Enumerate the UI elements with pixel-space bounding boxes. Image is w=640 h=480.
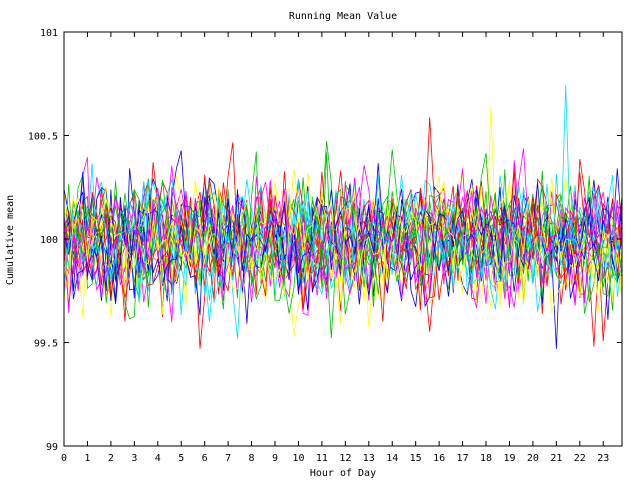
x-tick-label: 21 <box>550 453 562 464</box>
x-axis-label: Hour of Day <box>310 468 376 479</box>
x-tick-label: 8 <box>249 453 255 464</box>
chart: Running Mean Value Hour of Day Cumulativ… <box>5 11 623 479</box>
x-tick-label: 5 <box>178 453 184 464</box>
x-tick-label: 18 <box>480 453 492 464</box>
series-layer <box>63 85 623 349</box>
x-tick-label: 1 <box>84 453 90 464</box>
x-tick-label: 11 <box>316 453 328 464</box>
x-tick-label: 13 <box>363 453 375 464</box>
x-tick-label: 2 <box>108 453 114 464</box>
y-tick-label: 101 <box>40 28 58 39</box>
x-tick-label: 3 <box>131 453 137 464</box>
y-axis-label: Cumulative mean <box>5 195 16 285</box>
x-tick-label: 14 <box>386 453 398 464</box>
x-tick-label: 20 <box>527 453 539 464</box>
x-tick-label: 0 <box>61 453 67 464</box>
x-tick-label: 9 <box>272 453 278 464</box>
x-tick-label: 17 <box>457 453 469 464</box>
y-tick-label: 100 <box>40 235 58 246</box>
x-tick-label: 6 <box>202 453 208 464</box>
x-tick-label: 15 <box>410 453 422 464</box>
y-tick-label: 99 <box>46 442 58 453</box>
chart-title: Running Mean Value <box>289 11 397 22</box>
x-tick-label: 12 <box>339 453 351 464</box>
x-tick-label: 16 <box>433 453 445 464</box>
x-tick-label: 7 <box>225 453 231 464</box>
x-tick-label: 10 <box>292 453 304 464</box>
x-tick-label: 19 <box>503 453 515 464</box>
x-tick-label: 4 <box>155 453 161 464</box>
y-tick-label: 100.5 <box>28 132 58 143</box>
x-tick-label: 22 <box>574 453 586 464</box>
y-tick-label: 99.5 <box>34 339 58 350</box>
x-tick-label: 23 <box>597 453 609 464</box>
